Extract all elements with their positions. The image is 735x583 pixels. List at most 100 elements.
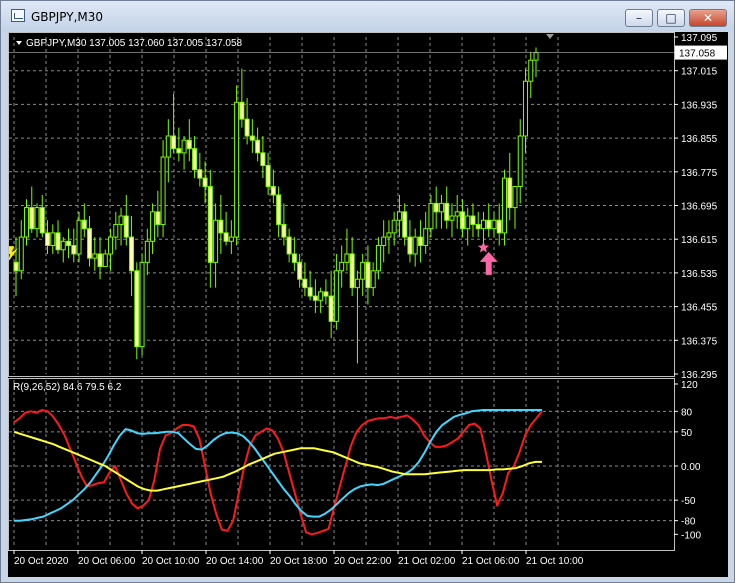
y-tick-label-indicator: -100 bbox=[681, 530, 701, 541]
candle-body bbox=[381, 236, 387, 247]
candle-body bbox=[55, 232, 61, 251]
y-tick-label: 136.535 bbox=[681, 269, 718, 280]
candle-body bbox=[29, 207, 35, 230]
candle-body bbox=[486, 219, 492, 230]
candle-body bbox=[223, 232, 229, 242]
candle-body bbox=[365, 261, 371, 289]
grid bbox=[9, 37, 674, 548]
candle-body bbox=[213, 219, 219, 263]
candle-body bbox=[192, 148, 198, 171]
candle-body bbox=[155, 211, 161, 225]
candle-body bbox=[66, 240, 72, 247]
candle-body bbox=[50, 232, 56, 247]
candle-body bbox=[81, 219, 87, 230]
candle-body bbox=[176, 148, 182, 154]
y-tick-label: 136.935 bbox=[681, 100, 718, 111]
candle-body bbox=[249, 135, 255, 141]
candle-body bbox=[150, 211, 156, 242]
candle-body bbox=[108, 236, 114, 255]
window-title: GBPJPY,M30 bbox=[31, 10, 104, 24]
chart-window-icon bbox=[11, 9, 25, 22]
candle-body bbox=[370, 270, 376, 289]
chart-canvas[interactable]: 20 Oct 2020 20 Oct 06:00 20 Oct 10:00 20 Oc… bbox=[8, 32, 728, 577]
candle-body bbox=[228, 236, 234, 242]
y-tick-label: 137.015 bbox=[681, 67, 718, 78]
candle-body bbox=[412, 236, 418, 255]
candle-body bbox=[302, 278, 308, 289]
candle-body bbox=[239, 101, 245, 120]
candle-body bbox=[517, 135, 523, 188]
candle-body bbox=[207, 186, 213, 263]
title-bar[interactable]: GBPJPY,M30 – □ ✕ bbox=[1, 1, 734, 31]
candle-body bbox=[444, 202, 450, 221]
candle-body bbox=[344, 253, 350, 263]
y-tick-label-indicator: 120 bbox=[681, 380, 698, 391]
candle-body bbox=[522, 80, 528, 137]
candle-body bbox=[87, 228, 93, 259]
candle-body bbox=[202, 177, 208, 188]
y-tick-label: 136.695 bbox=[681, 202, 718, 213]
candle-body bbox=[501, 177, 507, 234]
buy-arrow-icon bbox=[479, 251, 498, 275]
candle-body bbox=[470, 215, 476, 225]
maximize-button[interactable]: □ bbox=[657, 9, 685, 27]
minimize-button[interactable]: – bbox=[625, 9, 653, 27]
x-tick-label: 20 Oct 22:00 bbox=[334, 556, 392, 567]
candle-body bbox=[339, 261, 345, 272]
candle-body bbox=[34, 207, 40, 230]
chart-window: GBPJPY,M30 – □ ✕ 20 Oct 2020 20 Oct 06:00… bbox=[0, 0, 735, 583]
candle-body bbox=[218, 219, 224, 234]
candle-body bbox=[13, 261, 19, 272]
candle-body bbox=[459, 211, 465, 230]
labels: 20 Oct 2020 20 Oct 06:00 20 Oct 10:00 20 Oc… bbox=[13, 33, 718, 567]
close-button[interactable]: ✕ bbox=[689, 9, 727, 27]
candle-body bbox=[449, 215, 455, 221]
candle-body bbox=[533, 52, 539, 61]
candle-body bbox=[281, 223, 287, 238]
candle-body bbox=[312, 295, 318, 301]
candle-body bbox=[386, 232, 392, 238]
x-tick-label: 21 Oct 02:00 bbox=[398, 556, 456, 567]
candle-body bbox=[255, 139, 261, 154]
candle-body bbox=[97, 253, 103, 268]
candle-body bbox=[433, 202, 439, 213]
y-tick-label: 137.095 bbox=[681, 33, 718, 44]
candle-body bbox=[507, 177, 513, 209]
candle-body bbox=[186, 139, 192, 150]
chart-area[interactable]: 20 Oct 2020 20 Oct 06:00 20 Oct 10:00 20 Oc… bbox=[8, 32, 728, 577]
candle-body bbox=[134, 270, 140, 348]
candle-body bbox=[181, 139, 187, 154]
indicator-series-line bbox=[14, 409, 542, 522]
candle-body bbox=[480, 219, 486, 230]
candle-body bbox=[71, 245, 77, 255]
candle-body bbox=[270, 186, 276, 196]
candle-body bbox=[360, 261, 366, 280]
candle-body bbox=[438, 202, 444, 213]
candle-body bbox=[144, 240, 150, 263]
candle-body bbox=[291, 253, 297, 263]
candle-body bbox=[328, 295, 334, 322]
candle-body bbox=[402, 211, 408, 238]
candle-body bbox=[491, 219, 497, 230]
candle-body bbox=[323, 291, 329, 297]
candle-body bbox=[45, 232, 51, 247]
symbol-info-label: GBPJPY,M30 137.005 137.060 137.005 137.0… bbox=[26, 38, 243, 49]
y-tick-label: 136.615 bbox=[681, 235, 718, 246]
x-tick-label: 21 Oct 10:00 bbox=[526, 556, 584, 567]
x-tick-label: 20 Oct 2020 bbox=[14, 556, 69, 567]
candle-body bbox=[396, 211, 402, 221]
candle-body bbox=[417, 236, 423, 247]
candle-body bbox=[165, 135, 171, 158]
candle-body bbox=[197, 169, 203, 179]
candle-body bbox=[265, 164, 271, 188]
candle-body bbox=[129, 236, 135, 272]
candle-body bbox=[113, 223, 119, 238]
candle-body bbox=[307, 287, 313, 297]
candle-body bbox=[428, 202, 434, 230]
candle-body bbox=[318, 291, 324, 301]
candle-body bbox=[118, 215, 124, 225]
indicator-series-line bbox=[13, 409, 543, 536]
star-icon bbox=[477, 241, 490, 253]
candle-body bbox=[234, 101, 240, 238]
candle-body bbox=[276, 194, 282, 225]
